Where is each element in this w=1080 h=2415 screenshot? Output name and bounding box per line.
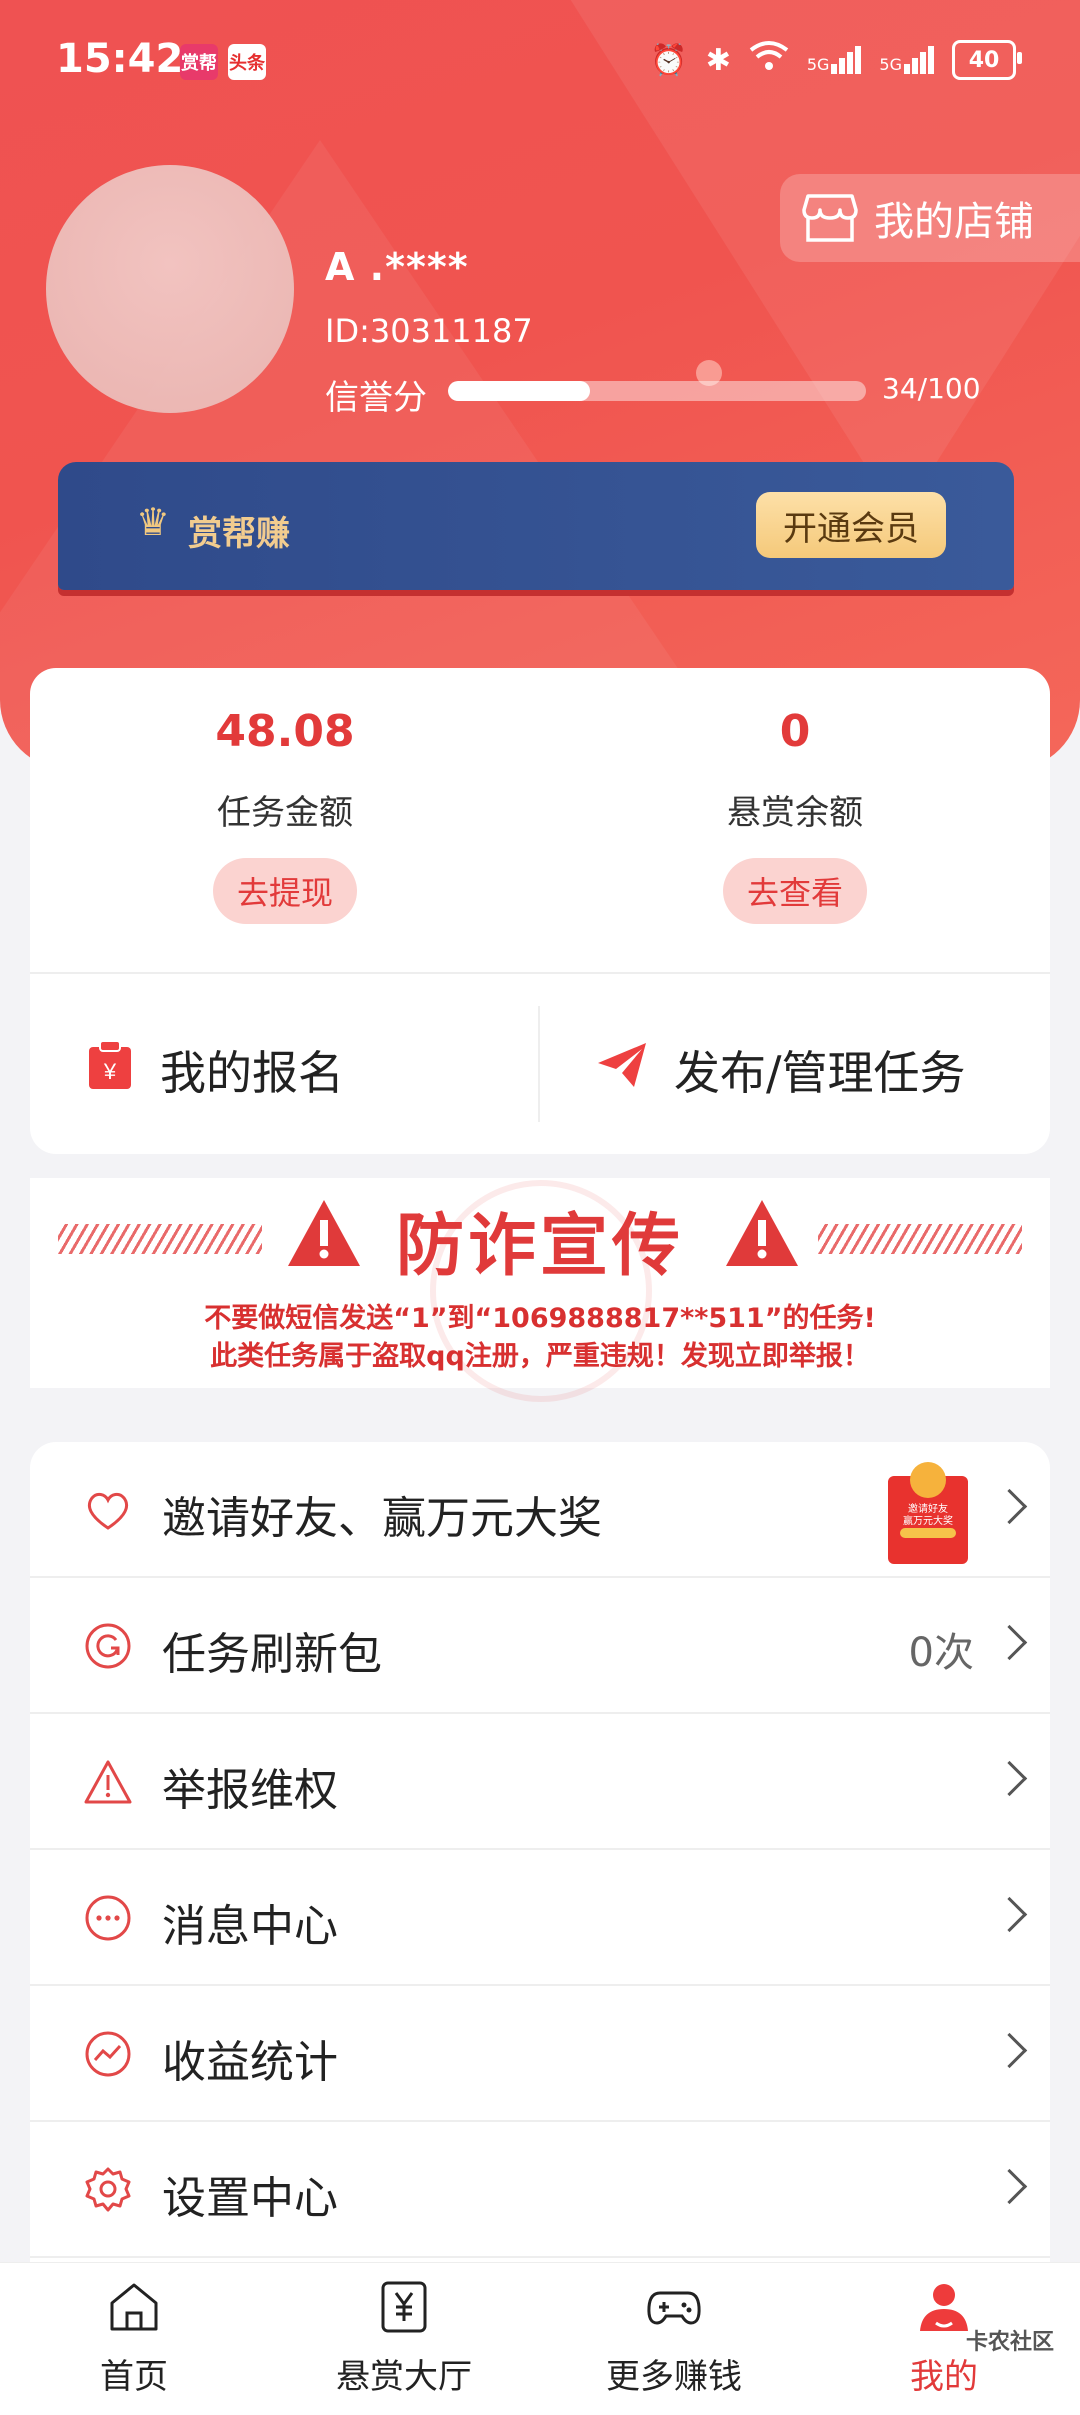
settings-icon	[84, 2166, 132, 2214]
credit-score-fill	[448, 381, 591, 401]
store-icon	[802, 192, 858, 244]
credit-score-value: 34/100	[882, 372, 981, 405]
crown-icon: ♛	[136, 500, 171, 544]
credit-score-bar	[448, 381, 866, 401]
warning-icon	[84, 1758, 132, 1806]
menu-item-label: 邀请好友、赢万元大奖	[162, 1493, 602, 1544]
heart-icon	[84, 1486, 132, 1534]
promo-text: 邀请好友	[908, 1502, 948, 1515]
tab-label: 更多赚钱	[606, 2357, 742, 2397]
view-reward-button[interactable]: 去查看	[722, 858, 867, 924]
reward-balance-value: 0	[779, 706, 811, 757]
user-name: A .****	[325, 245, 469, 289]
task-amount-value: 48.08	[215, 706, 355, 757]
my-signup-button[interactable]: ¥ 我的报名	[86, 1014, 344, 1126]
chevron-right-icon	[991, 1624, 1028, 1661]
promo-text: 赢万元大奖	[903, 1514, 953, 1527]
credit-score-label: 信誉分	[325, 378, 427, 418]
tab-label: 我的	[910, 2357, 978, 2397]
refresh-count: 0次	[908, 1630, 974, 1676]
menu-item-label: 设置中心	[162, 2173, 338, 2224]
tab-more-earn[interactable]: 更多赚钱	[574, 2263, 774, 2415]
status-time: 15:42	[56, 36, 184, 82]
wifi-icon	[749, 40, 789, 80]
red-envelope-promo-image: 邀请好友 赢万元大奖	[878, 1460, 974, 1564]
menu-item-invite-friends[interactable]: 邀请好友、赢万元大奖 邀请好友 赢万元大奖	[30, 1442, 1050, 1578]
clipboard-yuan-icon: ¥	[86, 1039, 134, 1102]
menu-item-report[interactable]: 举报维权	[30, 1714, 1050, 1850]
divider	[30, 972, 1050, 974]
watermark: 卡农社区	[965, 2330, 1054, 2355]
avatar[interactable]	[46, 165, 294, 413]
vip-title: 赏帮赚	[188, 514, 290, 554]
publish-manage-task-label: 发布/管理任务	[674, 1046, 966, 1100]
menu-item-label: 举报维权	[162, 1765, 338, 1816]
menu-item-refresh-pack[interactable]: 任务刷新包 0次	[30, 1578, 1050, 1714]
paper-plane-icon	[596, 1041, 648, 1100]
reward-balance-label: 悬赏余额	[727, 793, 863, 833]
app-notification-badge: 头条	[228, 44, 266, 80]
tab-home[interactable]: 首页	[34, 2263, 234, 2415]
chart-icon	[84, 2030, 132, 2078]
my-store-button[interactable]: 我的店铺	[780, 174, 1080, 262]
anti-fraud-title: 防诈宣传	[395, 1207, 684, 1286]
status-bar: 15:42 赏帮 头条 ⏰ ✱ 5G 5G 40	[0, 0, 1080, 120]
cellular-signal-icon: 5G	[807, 46, 862, 74]
tab-label: 首页	[100, 2357, 168, 2397]
refresh-icon	[84, 1622, 132, 1670]
task-amount-section: 48.08 任务金额 去提现	[30, 706, 540, 924]
menu-item-label: 任务刷新包	[162, 1629, 382, 1680]
app-notification-badge: 赏帮	[180, 44, 218, 80]
cellular-signal-icon: 5G	[879, 46, 934, 74]
battery-icon: 40	[952, 40, 1022, 80]
task-amount-label: 任务金额	[217, 793, 353, 833]
menu-item-settings[interactable]: 设置中心	[30, 2122, 1050, 2258]
publish-manage-task-button[interactable]: 发布/管理任务	[596, 1014, 966, 1126]
chevron-right-icon	[991, 2168, 1028, 2205]
anti-fraud-text: 不要做短信发送“1”到“1069888817**511”的任务!	[204, 1303, 876, 1334]
user-icon	[916, 2279, 972, 2335]
yuan-icon	[376, 2279, 432, 2335]
menu-item-message-center[interactable]: 消息中心	[30, 1850, 1050, 1986]
message-icon	[84, 1894, 132, 1942]
svg-text:¥: ¥	[103, 1059, 117, 1084]
home-icon	[106, 2279, 162, 2335]
chevron-right-icon	[991, 1896, 1028, 1933]
tab-reward-hall[interactable]: 悬赏大厅	[304, 2263, 504, 2415]
chevron-right-icon	[991, 2032, 1028, 2069]
balance-card: 48.08 任务金额 去提现 0 悬赏余额 去查看 ¥ 我的报名 发布/管理任务	[30, 668, 1050, 1154]
my-signup-label: 我的报名	[160, 1046, 344, 1100]
chevron-right-icon	[991, 1760, 1028, 1797]
user-id: ID:30311187	[325, 312, 533, 350]
gamepad-icon	[646, 2279, 702, 2335]
menu-list: 邀请好友、赢万元大奖 邀请好友 赢万元大奖 任务刷新包 0次 举报维权 消息中心 …	[30, 1442, 1050, 2292]
anti-fraud-text: 此类任务属于盗取qq注册，严重违规！发现立即举报！	[210, 1341, 870, 1372]
menu-item-label: 消息中心	[162, 1901, 338, 1952]
alarm-icon: ⏰	[650, 42, 688, 78]
bluetooth-icon: ✱	[705, 42, 731, 78]
vip-banner[interactable]: ♛ 赏帮赚 开通会员	[58, 462, 1014, 590]
my-store-label: 我的店铺	[874, 199, 1034, 245]
bottom-tab-bar: 首页 悬赏大厅 更多赚钱 我的	[0, 2262, 1080, 2415]
menu-item-earnings-stats[interactable]: 收益统计	[30, 1986, 1050, 2122]
tab-label: 悬赏大厅	[336, 2357, 472, 2397]
anti-fraud-banner[interactable]: 防诈宣传 不要做短信发送“1”到“1069888817**511”的任务! 此类…	[30, 1178, 1050, 1402]
menu-item-label: 收益统计	[162, 2037, 338, 2088]
open-membership-button[interactable]: 开通会员	[756, 492, 946, 558]
reward-balance-section: 0 悬赏余额 去查看	[540, 706, 1050, 924]
chevron-right-icon	[991, 1488, 1028, 1525]
divider	[538, 1006, 540, 1122]
withdraw-button[interactable]: 去提现	[212, 858, 357, 924]
